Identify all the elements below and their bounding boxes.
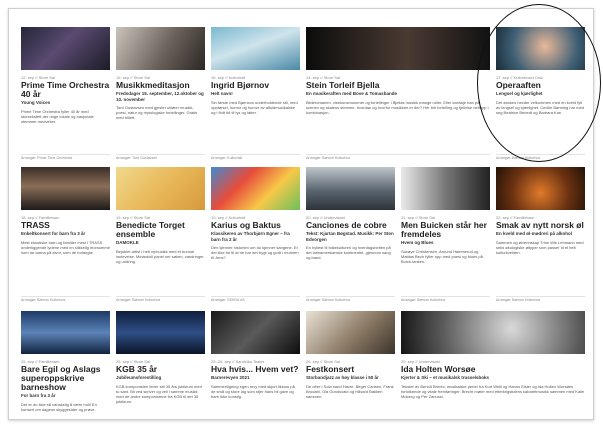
event-description: Tord Gustavsen med gjester utfører musik… xyxy=(116,105,198,120)
event-title[interactable]: Musikkmeditasjon xyxy=(116,81,205,90)
event-card[interactable]: 18. sep // Familiebarn TRASS Enkeltkonsert… xyxy=(21,167,110,302)
event-subtitle: Klassikeren av Thorbjørn Egner – fra bar… xyxy=(211,231,290,242)
event-card[interactable]: 25.-26. sep // Sandvika Teater Hva hvis..… xyxy=(211,311,300,412)
event-organizer: Arrangør: Bærum Kulturhus xyxy=(496,296,585,302)
event-card[interactable]: 22. sep // Familiebarn Smak av nytt norsk… xyxy=(496,167,585,302)
event-card[interactable]: 14. sep // Store Sal Stein Torleif Bjella… xyxy=(306,27,490,160)
event-photo xyxy=(211,311,300,354)
event-photo xyxy=(496,167,585,210)
event-organizer: Arrangør: Tord Gustavsen xyxy=(116,154,205,160)
event-title[interactable]: Ida Holten Worsøe xyxy=(401,365,585,374)
event-photo xyxy=(21,167,110,210)
event-title[interactable]: Bare Egil og Aslags superoppskrive barne… xyxy=(21,365,110,392)
event-photo xyxy=(21,311,110,354)
event-title[interactable]: Canciones de cobre xyxy=(306,221,395,230)
event-organizer: Arrangør: Bærum Kulturhus xyxy=(401,296,490,302)
event-photo xyxy=(116,311,205,354)
event-card[interactable]: 19. sep // Kulturhall Karius og Baktus Kla… xyxy=(211,167,300,302)
event-subtitle: Fredsdager 15. september, 12.oktober og … xyxy=(116,91,204,102)
event-organizer: Arrangør: Kulturhall xyxy=(211,154,300,160)
event-subtitle: For barn fra 3 år xyxy=(21,393,56,398)
event-card[interactable]: 26. sep // Store Sal Festkonsert Storbandj… xyxy=(306,311,395,412)
event-card[interactable]: 20. sep // Undervisast Canciones de cobre… xyxy=(306,167,395,302)
event-title[interactable]: Stein Torleif Bjella xyxy=(306,81,490,90)
event-photo xyxy=(116,27,205,70)
event-description: Saxøye Christensen, Arnund Hammerud og M… xyxy=(401,248,483,264)
event-description: Sin første med Bjørnovs underholdende st… xyxy=(211,99,298,115)
event-organizer: Arrangør: Bærum Kulturhus xyxy=(21,296,110,302)
event-card[interactable]: 12. sep // Store Sal Prime Time Orchestra… xyxy=(21,27,110,160)
event-description: Bejublet artist i helt nymusikk med et b… xyxy=(116,248,204,264)
event-organizer: Arrangør: Bærum Kulturhus xyxy=(306,296,395,302)
event-description: Prime Time Orchestra fyller 40 år med st… xyxy=(21,108,94,124)
event-subtitle: Kjerter & Ski – et musikalsk trusselsbok… xyxy=(401,375,490,380)
event-photo xyxy=(306,167,395,210)
event-organizer: Arrangør: Bærum Kulturhus xyxy=(306,154,490,160)
event-title[interactable]: Benedicte Torget ensemble xyxy=(116,221,205,239)
event-description: KGB komponisten feirer sitt 35 års jubil… xyxy=(116,383,202,404)
event-card[interactable]: 19. sep // Store Sal Benedicte Torget ens… xyxy=(116,167,205,302)
event-photo xyxy=(21,27,110,70)
event-row: 18. sep // Familiebarn TRASS Enkeltkonsert… xyxy=(21,167,585,302)
event-description: En hyllest til folkekulturen og hverdags… xyxy=(306,245,391,260)
event-organizer: Arrangør: SEKRA AS xyxy=(211,296,300,302)
event-organizer: Arrangør: Prime Time Orchestra xyxy=(21,154,110,160)
event-photo xyxy=(401,311,585,354)
event-subtitle: DAMOKLE xyxy=(116,240,139,245)
event-card[interactable]: 25. sep // Familiebarn Bare Egil og Aslag… xyxy=(21,311,110,412)
event-description: Det er du ikke så vanskelig å være hull!… xyxy=(21,401,97,412)
event-card[interactable]: 21. sep // Store Sal Men Buicken står her… xyxy=(401,167,490,302)
event-photo xyxy=(306,311,395,354)
event-title[interactable]: Smak av nytt norsk øl xyxy=(496,221,585,230)
event-photo xyxy=(306,27,490,70)
event-subtitle: Hvem og Blues xyxy=(401,240,434,245)
event-card[interactable]: 15. sep // Store Sal Musikkmeditasjon Fred… xyxy=(116,27,205,160)
event-title[interactable]: TRASS xyxy=(21,221,110,230)
event-card[interactable]: 29. sep // Undervisast Ida Holten Worsøe K… xyxy=(401,311,585,412)
event-title[interactable]: Ingrid Bjørnov xyxy=(211,81,300,90)
event-title[interactable]: Hva hvis... Hvem vet? xyxy=(211,365,300,374)
event-subtitle: Barnerevyen 2021 xyxy=(211,375,250,380)
event-subtitle: Young Voices xyxy=(21,100,51,105)
event-subtitle: Storbandjazz av høy klasse i 50 år xyxy=(306,375,379,380)
event-photo xyxy=(116,167,205,210)
event-title[interactable]: Festkonsert xyxy=(306,365,395,374)
highlight-circle xyxy=(477,4,601,162)
event-photo xyxy=(211,167,300,210)
event-card[interactable]: 25. sep // Store Sal KGB 35 år Jubileumsfo… xyxy=(116,311,205,412)
event-subtitle: En musikeraften med Bove & Tomasbande xyxy=(306,91,397,96)
event-title[interactable]: Prime Time Orchestra 40 år xyxy=(21,81,110,99)
event-title[interactable]: Men Buicken står her fremdeles xyxy=(401,221,490,239)
event-description: Tekster av Bertolt Brecht, musikalske pe… xyxy=(401,383,585,399)
event-subtitle: En kveld med øl-mødreri på alkohol xyxy=(496,231,573,236)
event-subtitle: Tekst: Kjartan Bøgstad. Musikk: Per Sten… xyxy=(306,231,394,242)
event-description: Sammenligning egen revy med skjort likso… xyxy=(211,383,295,399)
event-subtitle: Jubileumsforestilling xyxy=(116,375,162,380)
event-title[interactable]: KGB 35 år xyxy=(116,365,205,374)
event-photo xyxy=(211,27,300,70)
event-card[interactable]: 16. sep // Kulturhall Ingrid Bjørnov Helt … xyxy=(211,27,300,160)
event-description: Bilderomanen, visekunsmonener og fortell… xyxy=(306,99,489,115)
event-subtitle: Enkeltkonsert for barn fra 3 år xyxy=(21,231,86,236)
event-description: Sammen og ølvennskap Trine Wik Lehmann m… xyxy=(496,239,584,255)
event-description: De ofrer i Sola band Havre, Birger Carls… xyxy=(306,383,394,399)
event-photo xyxy=(401,167,490,210)
event-row: 25. sep // Familiebarn Bare Egil og Aslag… xyxy=(21,311,585,412)
event-title[interactable]: Karius og Baktus xyxy=(211,221,300,230)
event-subtitle: Helt navn! xyxy=(211,91,233,96)
event-description: Den kjenner historien om du kjenner sang… xyxy=(211,245,299,260)
event-description: Mest eksotiske barn og familier mest i T… xyxy=(21,239,110,255)
event-organizer: Arrangør: Bærum Kulturhus xyxy=(116,296,205,302)
